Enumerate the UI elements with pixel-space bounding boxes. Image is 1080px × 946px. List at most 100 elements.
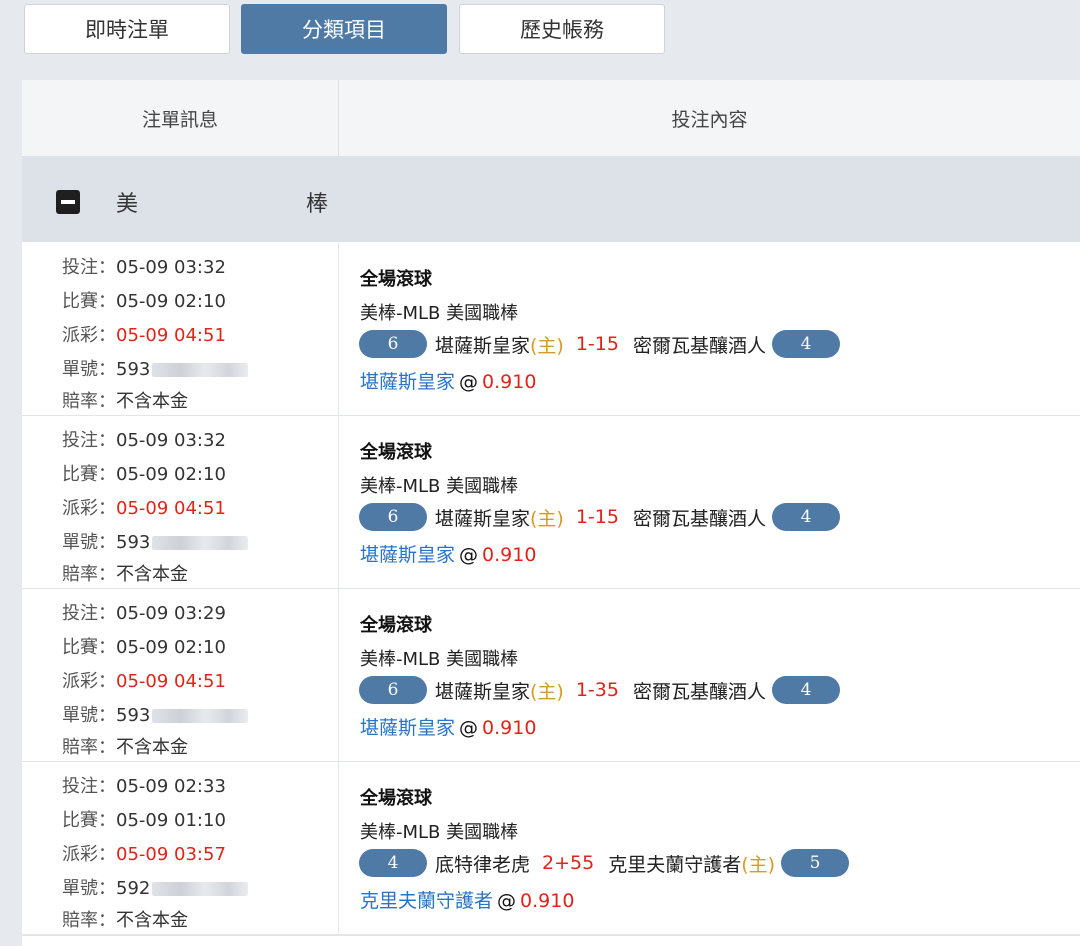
- team-a-pill: 6: [359, 676, 427, 704]
- bet-time: 05-09 03:32: [116, 430, 226, 451]
- team-b-pill: 4: [771, 676, 840, 704]
- bet-type: 全場滾球: [360, 615, 432, 636]
- bet-info: 投注：05-09 03:32 比賽：05-09 02:10 派彩：05-09 0…: [22, 243, 338, 416]
- bet-time: 05-09 03:29: [116, 603, 226, 624]
- pick-team[interactable]: 堪薩斯皇家: [360, 717, 455, 739]
- bet-type: 全場滾球: [360, 788, 432, 809]
- bet-info: 投注：05-09 03:29 比賽：05-09 02:10 派彩：05-09 0…: [22, 589, 338, 762]
- match-time-line: 比賽：05-09 02:10: [62, 287, 226, 313]
- bet-time-label: 投注：: [62, 430, 116, 451]
- table-row: 投注：05-09 02:33 比賽：05-09 01:10 派彩：05-09 0…: [22, 762, 1080, 935]
- pick-team[interactable]: 堪薩斯皇家: [360, 371, 455, 393]
- odds-type-line: 賠率：不含本金: [62, 560, 188, 586]
- team-a-name: 堪薩斯皇家: [435, 507, 531, 530]
- settle-time: 05-09 04:51: [116, 671, 226, 692]
- order-number-redacted: [152, 709, 249, 723]
- team-b-pill: 4: [771, 503, 840, 531]
- odds-type-line: 賠率：不含本金: [62, 906, 188, 932]
- league-name: 美棒-MLB 美國職棒: [360, 303, 519, 324]
- order-number: 593: [116, 705, 151, 726]
- team-b-name: 密爾瓦基釀酒人: [632, 507, 766, 530]
- pick-odds: 0.910: [482, 717, 537, 739]
- settle-time-line: 派彩：05-09 04:51: [62, 321, 226, 347]
- league-name: 美棒-MLB 美國職棒: [360, 476, 519, 497]
- team-a-name: 底特律老虎: [435, 853, 531, 876]
- pick-team[interactable]: 堪薩斯皇家: [360, 544, 455, 566]
- odds-type-line: 賠率：不含本金: [62, 733, 188, 759]
- table-row-partial: [22, 935, 1080, 946]
- bet-time: 05-09 02:33: [116, 776, 226, 797]
- live-score: 1-15: [575, 333, 619, 355]
- odds-type: 不含本金: [116, 391, 188, 412]
- team-a: 堪薩斯皇家(主): [435, 677, 564, 704]
- match-line: 4 底特律老虎 2+55 克里夫蘭守護者(主) 5: [359, 848, 850, 878]
- order-number-label: 單號：: [62, 532, 116, 553]
- table-row: 投注：05-09 03:29 比賽：05-09 02:10 派彩：05-09 0…: [22, 589, 1080, 762]
- order-number-redacted: [152, 363, 249, 377]
- order-number-line: 單號：593: [62, 528, 249, 554]
- match-time: 05-09 01:10: [116, 810, 226, 831]
- team-b-home-mark: (主): [741, 853, 776, 876]
- match-time-line: 比賽：05-09 01:10: [62, 806, 226, 832]
- settle-time-label: 派彩：: [62, 671, 116, 692]
- tab-live-bets[interactable]: 即時注單: [24, 4, 230, 54]
- match-time-line: 比賽：05-09 02:10: [62, 460, 226, 486]
- match-line: 6 堪薩斯皇家(主) 1-35 密爾瓦基釀酒人 4: [359, 675, 840, 705]
- pick-odds: 0.910: [520, 890, 575, 912]
- team-a: 堪薩斯皇家(主): [435, 504, 564, 531]
- odds-type: 不含本金: [116, 737, 188, 758]
- bet-type: 全場滾球: [360, 269, 432, 290]
- pick-team[interactable]: 克里夫蘭守護者: [360, 890, 493, 912]
- team-b: 克里夫蘭守護者(主): [608, 850, 775, 877]
- bet-time-line: 投注：05-09 02:33: [62, 772, 226, 798]
- bet-type: 全場滾球: [360, 442, 432, 463]
- tab-categories[interactable]: 分類項目: [241, 4, 447, 54]
- live-score: 1-15: [575, 506, 619, 528]
- settle-time: 05-09 03:57: [116, 844, 226, 865]
- match-line: 6 堪薩斯皇家(主) 1-15 密爾瓦基釀酒人 4: [359, 329, 840, 359]
- odds-type-label: 賠率：: [62, 910, 116, 931]
- order-number: 593: [116, 359, 151, 380]
- settle-time-line: 派彩：05-09 03:57: [62, 840, 226, 866]
- odds-type: 不含本金: [116, 910, 188, 931]
- team-b-pill: 4: [771, 330, 840, 358]
- match-time-line: 比賽：05-09 02:10: [62, 633, 226, 659]
- match-time-label: 比賽：: [62, 810, 116, 831]
- pick-odds: 0.910: [482, 371, 537, 393]
- pick-odds: 0.910: [482, 544, 537, 566]
- bet-time-label: 投注：: [62, 257, 116, 278]
- order-number-label: 單號：: [62, 705, 116, 726]
- match-time: 05-09 02:10: [116, 464, 226, 485]
- at-sign: @: [459, 544, 479, 566]
- column-header-content: 投注內容: [338, 80, 1080, 156]
- bets-table: 注單訊息 投注內容 美 棒 投注：05-09 03:32 比賽：05-09 02…: [22, 80, 1080, 946]
- order-number-line: 單號：593: [62, 701, 249, 727]
- table-row: 投注：05-09 03:32 比賽：05-09 02:10 派彩：05-09 0…: [22, 243, 1080, 416]
- tab-history[interactable]: 歷史帳務: [459, 4, 665, 54]
- team-a: 堪薩斯皇家(主): [435, 331, 564, 358]
- group-header[interactable]: 美 棒: [22, 156, 1080, 242]
- settle-time: 05-09 04:51: [116, 498, 226, 519]
- odds-type-line: 賠率：不含本金: [62, 387, 188, 413]
- order-number-label: 單號：: [62, 878, 116, 899]
- match-time: 05-09 02:10: [116, 291, 226, 312]
- league-name: 美棒-MLB 美國職棒: [360, 649, 519, 670]
- match-time: 05-09 02:10: [116, 637, 226, 658]
- bet-time-line: 投注：05-09 03:29: [62, 599, 226, 625]
- bet-content: 全場滾球 美棒-MLB 美國職棒 6 堪薩斯皇家(主) 1-15 密爾瓦基釀酒人…: [338, 243, 1080, 416]
- team-a-home-mark: (主): [530, 334, 564, 357]
- settle-time-line: 派彩：05-09 04:51: [62, 494, 226, 520]
- odds-type-label: 賠率：: [62, 737, 116, 758]
- odds-type-label: 賠率：: [62, 564, 116, 585]
- at-sign: @: [459, 717, 479, 739]
- order-number: 593: [116, 532, 151, 553]
- team-b-name: 密爾瓦基釀酒人: [632, 334, 766, 357]
- at-sign: @: [459, 371, 479, 393]
- bet-info: 投注：05-09 02:33 比賽：05-09 01:10 派彩：05-09 0…: [22, 762, 338, 935]
- bet-rows: 投注：05-09 03:32 比賽：05-09 02:10 派彩：05-09 0…: [22, 243, 1080, 946]
- bet-time: 05-09 03:32: [116, 257, 226, 278]
- team-a-pill: 4: [359, 849, 427, 877]
- column-header-info: 注單訊息: [141, 108, 218, 131]
- minus-square-icon[interactable]: [56, 190, 80, 214]
- odds-type: 不含本金: [116, 564, 188, 585]
